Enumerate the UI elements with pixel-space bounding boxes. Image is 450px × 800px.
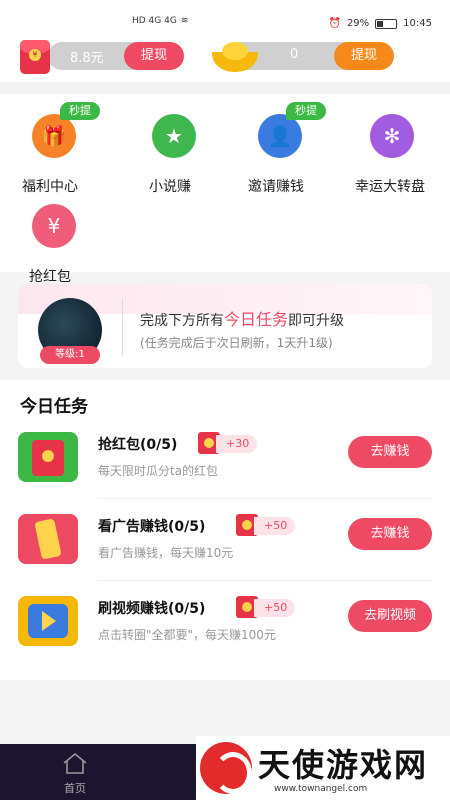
- task-row: 看广告赚钱(0/5) +50 看广告赚钱，每天赚10元 去赚钱: [0, 502, 450, 586]
- task-name: 看广告赚钱(0/5): [98, 519, 206, 535]
- signal-text: HD 4G 4G: [132, 16, 177, 26]
- upgrade-highlight: 今日任务: [224, 310, 289, 329]
- task-description: 点击转圈"全都要"，每天赚100元: [98, 628, 276, 642]
- watermark-logo: [200, 742, 252, 794]
- red-envelope-icon: [18, 432, 78, 482]
- level-badge: 等级:1: [40, 346, 100, 364]
- coin-balance-value: 0: [290, 47, 299, 62]
- level-card[interactable]: 等级:1 完成下方所有今日任务即可升级 (任务完成后于次日刷新，1天升1级): [18, 284, 432, 368]
- battery-percent: 29%: [346, 18, 370, 29]
- invite-user-icon: 👤: [258, 114, 302, 158]
- gift-icon: 🎁: [32, 114, 76, 158]
- upgrade-suffix: 即可升级: [288, 313, 345, 329]
- instant-withdraw-badge: 秒提现: [60, 102, 100, 135]
- watermark-url: www.townangel.com: [274, 784, 368, 794]
- feature-label: 抢红包: [29, 269, 71, 285]
- level-upgrade-note: (任务完成后于次日刷新，1天升1级): [140, 336, 333, 350]
- feature-label: 幸运大转盘: [355, 179, 425, 195]
- level-upgrade-text: 完成下方所有今日任务即可升级: [140, 306, 344, 330]
- reward-amount: +50: [254, 599, 296, 617]
- red-packet-icon: ¥: [20, 40, 50, 74]
- home-icon: [63, 752, 87, 774]
- feature-label: 邀请赚钱: [248, 179, 304, 195]
- signal-indicators: HD 4G 4G ≋: [132, 16, 188, 26]
- red-envelope-icon: ¥: [32, 204, 76, 248]
- watermark: 天使游戏网 www.townangel.com: [196, 736, 450, 800]
- video-play-icon: [18, 596, 78, 646]
- reward-amount: +30: [216, 435, 258, 453]
- divider: [98, 498, 432, 499]
- divider: [98, 580, 432, 581]
- instant-withdraw-badge: 秒提现: [286, 102, 326, 135]
- upgrade-prefix: 完成下方所有: [140, 313, 224, 329]
- gold-ingot-icon: [212, 38, 258, 74]
- task-name: 抢红包(0/5): [98, 437, 178, 453]
- clock-time: 10:45: [403, 18, 432, 29]
- feature-label: 福利中心: [22, 179, 78, 195]
- battery-icon: [375, 18, 398, 29]
- cash-withdraw-button[interactable]: 提现: [124, 42, 184, 70]
- task-description: 每天限时瓜分ta的红包: [98, 464, 219, 478]
- go-earn-button[interactable]: 去赚钱: [348, 518, 432, 550]
- today-tasks-section: 今日任务 抢红包(0/5) +30 每天限时瓜分ta的红包 去赚钱 看广告赚钱(…: [0, 380, 450, 680]
- balance-bar: ¥ 8.8元 提现 0 提现: [0, 34, 450, 82]
- wifi-icon: ≋: [180, 16, 189, 26]
- go-watch-video-button[interactable]: 去刷视频: [348, 600, 432, 632]
- coin-withdraw-button[interactable]: 提现: [334, 42, 394, 70]
- book-star-icon: ★: [152, 114, 196, 158]
- divider: [122, 298, 123, 356]
- reward-amount: +50: [254, 517, 296, 535]
- task-name: 刷视频赚钱(0/5): [98, 601, 206, 617]
- wheel-icon: ✻: [370, 114, 414, 158]
- tab-home[interactable]: 首页: [48, 748, 102, 796]
- task-description: 看广告赚钱，每天赚10元: [98, 546, 234, 560]
- watermark-title: 天使游戏网: [258, 746, 429, 784]
- cash-balance-value: 8.8元: [70, 51, 104, 66]
- task-row: 刷视频赚钱(0/5) +50 点击转圈"全都要"，每天赚100元 去刷视频: [0, 584, 450, 668]
- task-row: 抢红包(0/5) +30 每天限时瓜分ta的红包 去赚钱: [0, 420, 450, 504]
- section-title: 今日任务: [20, 397, 88, 417]
- tab-home-label: 首页: [64, 782, 86, 795]
- status-right: ⏰ 29% 10:45: [328, 18, 432, 29]
- status-bar: HD 4G 4G ≋ ⏰ 29% 10:45: [0, 0, 450, 34]
- phone-ad-icon: [18, 514, 78, 564]
- go-earn-button[interactable]: 去赚钱: [348, 436, 432, 468]
- alarm-icon: ⏰: [328, 18, 341, 29]
- feature-grid: 🎁 秒提现 福利中心 ★ 小说赚 👤 秒提现 邀请赚钱 ✻ 幸运大转盘 ¥ 抢红…: [0, 94, 450, 285]
- feature-label: 小说赚: [149, 179, 191, 195]
